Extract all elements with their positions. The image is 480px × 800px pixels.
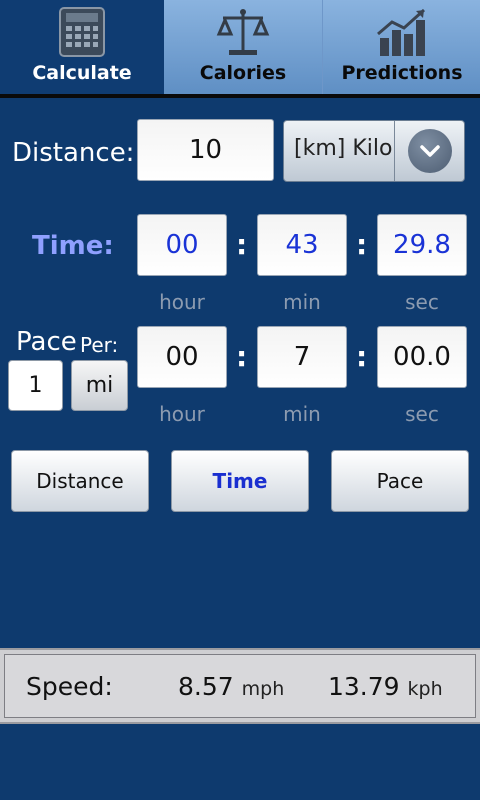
calculator-icon [58,6,106,62]
tab-divider [0,94,480,98]
calculate-time-button[interactable]: Time [171,450,309,512]
scale-icon [215,6,271,62]
tab-label: Calories [199,62,287,84]
pace-separator: : [236,340,248,373]
speed-kph-unit: kph [407,678,443,700]
time-separator: : [236,228,248,261]
button-label: Time [212,469,268,493]
tab-label: Calculate [32,62,132,84]
time-hour-input[interactable]: 00 [137,214,227,276]
pace-min-caption: min [283,402,321,426]
tab-label: Predictions [341,62,463,84]
time-min-caption: min [283,290,321,314]
bar-chart-icon [374,6,430,62]
speed-mph: 8.57 mph [178,672,284,701]
speed-kph-value: 13.79 [328,672,400,701]
distance-unit-dropdown[interactable]: [km] Kilometers [283,120,465,182]
pace-label: Pace [16,327,77,357]
pace-per-value: 1 [28,373,43,398]
pace-separator: : [356,340,368,373]
distance-value: 10 [188,135,223,165]
tab-bar: Calculate Calories Predictions [0,0,480,96]
pace-min-input[interactable]: 7 [257,326,347,388]
tab-predictions[interactable]: Predictions [322,0,480,94]
time-hour-value: 00 [165,230,199,260]
time-separator: : [356,228,368,261]
pace-hour-caption: hour [159,402,205,426]
pace-unit-label: mi [85,373,114,398]
pace-per-label: Per: [80,333,119,357]
tab-calculate[interactable]: Calculate [0,0,164,94]
distance-label: Distance: [12,138,135,168]
speed-mph-unit: mph [241,678,285,700]
distance-unit-selected: [km] Kilometers [294,136,392,161]
speed-bar: Speed: 8.57 mph 13.79 kph [0,648,480,724]
calculate-pace-button[interactable]: Pace [331,450,469,512]
chevron-down-icon[interactable] [408,129,452,173]
calculate-distance-button[interactable]: Distance [11,450,149,512]
pace-min-value: 7 [293,342,311,372]
tab-calories[interactable]: Calories [164,0,322,94]
pace-sec-value: 00.0 [393,342,451,372]
time-min-value: 43 [285,230,319,260]
pace-unit-button[interactable]: mi [71,360,128,411]
time-sec-input[interactable]: 29.8 [377,214,467,276]
dropdown-divider [394,121,395,181]
pace-sec-caption: sec [405,402,439,426]
button-label: Pace [376,469,424,493]
pace-hour-input[interactable]: 00 [137,326,227,388]
pace-per-input[interactable]: 1 [8,360,63,411]
time-sec-caption: sec [405,290,439,314]
time-label: Time: [32,231,114,261]
time-min-input[interactable]: 43 [257,214,347,276]
pace-hour-value: 00 [165,342,199,372]
speed-kph: 13.79 kph [328,672,443,701]
distance-input[interactable]: 10 [137,119,274,181]
time-sec-value: 29.8 [393,230,451,260]
time-hour-caption: hour [159,290,205,314]
speed-mph-value: 8.57 [178,672,234,701]
button-label: Distance [36,469,124,493]
speed-label: Speed: [26,672,113,701]
pace-sec-input[interactable]: 00.0 [377,326,467,388]
